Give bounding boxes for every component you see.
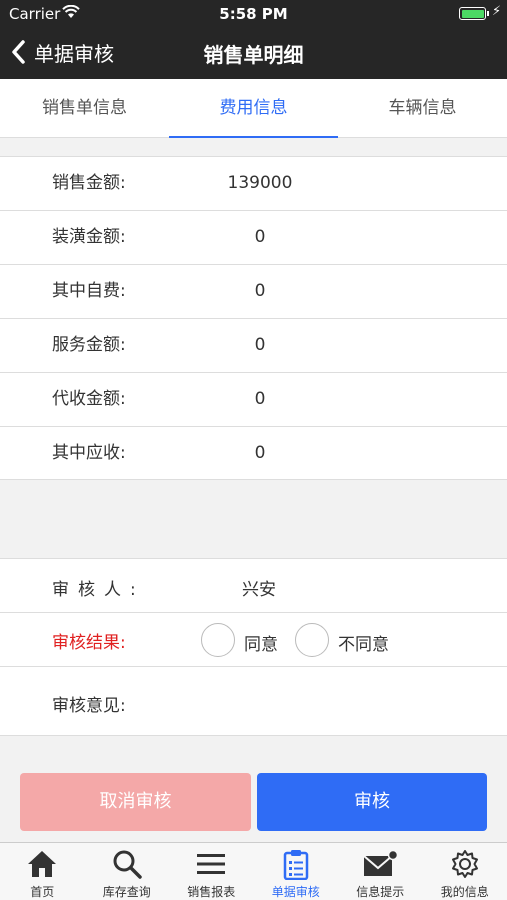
tabbar-sales-report[interactable]: 销售报表: [169, 843, 254, 900]
fee-label: 其中自费:: [52, 281, 126, 301]
fee-label: 服务金额:: [52, 335, 126, 355]
review-result-row: 审核结果: 同意 不同意: [0, 613, 507, 667]
disagree-radio[interactable]: [295, 623, 329, 657]
tabbar-label: 库存查询: [102, 885, 151, 899]
review-opinion-label: 审核意见:: [52, 696, 126, 716]
fee-list: 销售金额: 139000 装潢金额: 0 其中自费: 0 服务金额: 0 代收金…: [0, 156, 507, 480]
home-icon: [28, 851, 57, 877]
fee-value: 0: [254, 443, 266, 463]
search-icon: [113, 850, 142, 879]
back-button[interactable]: 单据审核: [8, 36, 114, 68]
tabbar-label: 首页: [30, 885, 55, 899]
fee-value: 0: [254, 281, 266, 301]
tabbar-label: 销售报表: [187, 885, 236, 899]
mail-icon: [363, 849, 399, 876]
top-bar: Carrier 5:58 PM ⚡ 单据审核 销售单明细: [0, 0, 507, 79]
fee-row-receivable: 其中应收: 0: [0, 427, 507, 481]
tab-fee-info[interactable]: 费用信息: [169, 79, 338, 138]
gear-icon: [451, 850, 478, 878]
fee-row-decoration: 装潢金额: 0: [0, 211, 507, 265]
reviewer-row: 审核人: 兴安: [0, 559, 507, 613]
agree-label[interactable]: 同意: [244, 630, 278, 655]
tab-vehicle-info[interactable]: 车辆信息: [338, 79, 507, 137]
status-time: 5:58 PM: [219, 5, 288, 23]
battery-level: [461, 9, 484, 18]
review-result-label: 审核结果:: [52, 633, 126, 653]
fee-row-sales: 销售金额: 139000: [0, 157, 507, 211]
bottom-tab-bar: 首页 库存查询 销售报表 单据审核 信息提示 我的信息: [0, 842, 507, 900]
battery-tip: [487, 11, 489, 16]
clipboard-icon: [283, 850, 308, 880]
fee-value: 139000: [227, 173, 293, 193]
fee-value: 0: [254, 227, 266, 247]
reviewer-label: 审核人:: [52, 580, 145, 600]
approve-button[interactable]: 审核: [257, 773, 487, 831]
tabbar-my-info[interactable]: 我的信息: [423, 843, 507, 900]
tabbar-notifications[interactable]: 信息提示: [338, 843, 423, 900]
back-label: 单据审核: [34, 41, 114, 66]
menu-icon: [197, 854, 226, 874]
fee-row-self-paid: 其中自费: 0: [0, 265, 507, 319]
fee-value: 0: [254, 389, 266, 409]
tabbar-label: 信息提示: [356, 885, 405, 899]
review-section: 审核人: 兴安 审核结果: 同意 不同意 审核意见:: [0, 558, 507, 736]
tab-bar: 销售单信息 费用信息 车辆信息: [0, 79, 507, 138]
fee-label: 代收金额:: [52, 389, 126, 409]
tabbar-inventory[interactable]: 库存查询: [85, 843, 170, 900]
tabbar-label: 单据审核: [271, 885, 320, 899]
fee-value: 0: [254, 335, 266, 355]
status-bar: Carrier 5:58 PM ⚡: [0, 0, 507, 28]
agree-radio[interactable]: [201, 623, 235, 657]
charging-icon: ⚡: [492, 4, 502, 19]
disagree-label[interactable]: 不同意: [338, 630, 389, 655]
fee-label: 装潢金额:: [52, 227, 126, 247]
tabbar-document-review[interactable]: 单据审核: [254, 843, 339, 900]
review-opinion-row[interactable]: 审核意见:: [0, 667, 507, 735]
chevron-left-icon: [12, 40, 25, 64]
cancel-review-button[interactable]: 取消审核: [20, 773, 251, 831]
fee-row-service: 服务金额: 0: [0, 319, 507, 373]
tabbar-label: 我的信息: [440, 885, 489, 899]
fee-row-collection: 代收金额: 0: [0, 373, 507, 427]
reviewer-value: 兴安: [242, 580, 276, 600]
tab-sales-info[interactable]: 销售单信息: [0, 79, 169, 137]
battery-icon: [459, 7, 486, 20]
tabbar-home[interactable]: 首页: [0, 843, 85, 900]
fee-label: 销售金额:: [52, 173, 126, 193]
fee-label: 其中应收:: [52, 443, 126, 463]
